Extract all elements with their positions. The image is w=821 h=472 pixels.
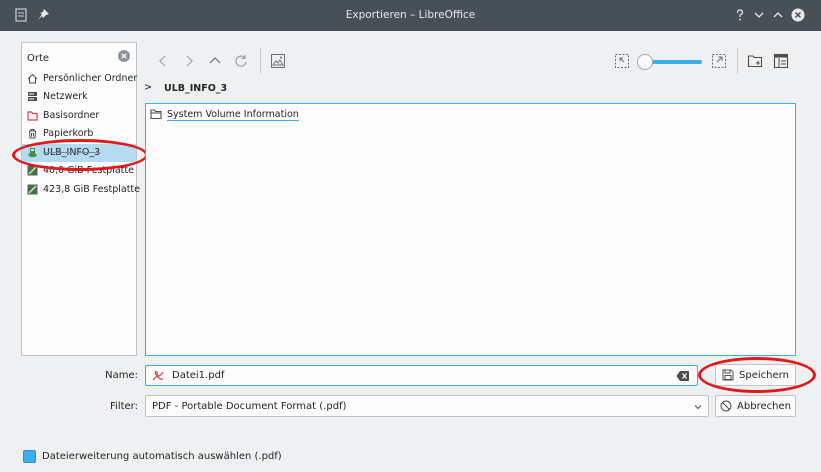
place-label: ULB_INFO_3 [43, 147, 101, 158]
toolbar-separator [737, 48, 738, 74]
harddisk-icon [27, 184, 38, 195]
network-icon [28, 92, 37, 101]
pdf-icon [152, 370, 164, 381]
name-label: Name: [105, 370, 138, 381]
places-header: Orte [27, 53, 50, 64]
place-label: Netzwerk [43, 91, 88, 102]
zoom-in-icon[interactable] [711, 53, 727, 69]
filter-label: Filter: [110, 401, 138, 412]
up-icon[interactable] [207, 53, 223, 69]
place-trash[interactable]: Papierkorb [22, 125, 136, 143]
folder-icon [150, 109, 162, 120]
home-icon [27, 73, 38, 84]
file-list[interactable]: System Volume Information [145, 103, 796, 356]
clear-text-icon[interactable] [676, 370, 690, 382]
place-network[interactable]: Netzwerk [22, 88, 136, 106]
filename-input[interactable]: Datei1.pdf [145, 365, 698, 386]
harddisk-icon [27, 165, 38, 176]
maximize-icon[interactable] [771, 8, 785, 22]
auto-extension-checkbox[interactable] [23, 450, 36, 463]
breadcrumb-arrow-icon[interactable]: > [144, 82, 152, 93]
folder-red-icon [27, 111, 38, 121]
filter-value: PDF - Portable Document Format (.pdf) [152, 401, 347, 412]
new-folder-icon[interactable] [747, 53, 763, 69]
auto-extension-label[interactable]: Dateierweiterung automatisch auswählen (… [42, 451, 282, 462]
forward-icon[interactable] [181, 53, 197, 69]
place-label: 40,0 GiB Festplatte [43, 165, 134, 176]
place-label: 423,8 GiB Festplatte [43, 184, 141, 195]
help-icon[interactable] [733, 8, 747, 22]
window-title: Exportieren – LibreOffice [345, 9, 476, 21]
places-panel: Orte Persönlicher Ordner Netzwerk Basiso… [21, 42, 140, 356]
file-item-label: System Volume Information [167, 109, 299, 121]
save-icon [722, 369, 734, 381]
place-label: Basisordner [43, 110, 100, 121]
close-places-icon[interactable] [118, 50, 130, 62]
close-icon[interactable] [791, 8, 805, 22]
chevron-down-icon [694, 405, 702, 410]
cancel-icon [720, 400, 732, 412]
zoom-out-icon[interactable] [614, 53, 630, 69]
place-usb-drive[interactable]: ULB_INFO_3 [22, 144, 136, 162]
back-icon[interactable] [155, 53, 171, 69]
breadcrumb-current[interactable]: ULB_INFO_3 [164, 83, 227, 94]
place-label: Papierkorb [43, 128, 94, 139]
minimize-icon[interactable] [752, 8, 766, 22]
place-label: Persönlicher Ordner [43, 73, 138, 84]
toolbar-separator [260, 48, 261, 74]
place-home[interactable]: Persönlicher Ordner [22, 70, 138, 88]
reload-icon[interactable] [233, 53, 249, 69]
place-root[interactable]: Basisordner [22, 107, 136, 125]
cancel-button[interactable]: Abbrechen [715, 395, 796, 417]
filter-select[interactable]: PDF - Portable Document Format (.pdf) [145, 395, 709, 417]
place-harddisk-423[interactable]: 423,8 GiB Festplatte [22, 181, 140, 199]
cancel-button-label: Abbrechen [737, 400, 791, 412]
trash-icon [29, 129, 36, 139]
save-button[interactable]: Speichern [715, 364, 796, 386]
options-menu-icon[interactable] [773, 53, 789, 69]
filename-value: Datei1.pdf [172, 370, 225, 381]
save-button-label: Speichern [739, 369, 789, 381]
preview-icon[interactable] [270, 53, 286, 69]
title-bar: Exportieren – LibreOffice [0, 0, 821, 31]
place-harddisk-40[interactable]: 40,0 GiB Festplatte [22, 162, 136, 180]
zoom-slider-handle[interactable] [637, 54, 653, 70]
usb-drive-icon [28, 148, 37, 157]
